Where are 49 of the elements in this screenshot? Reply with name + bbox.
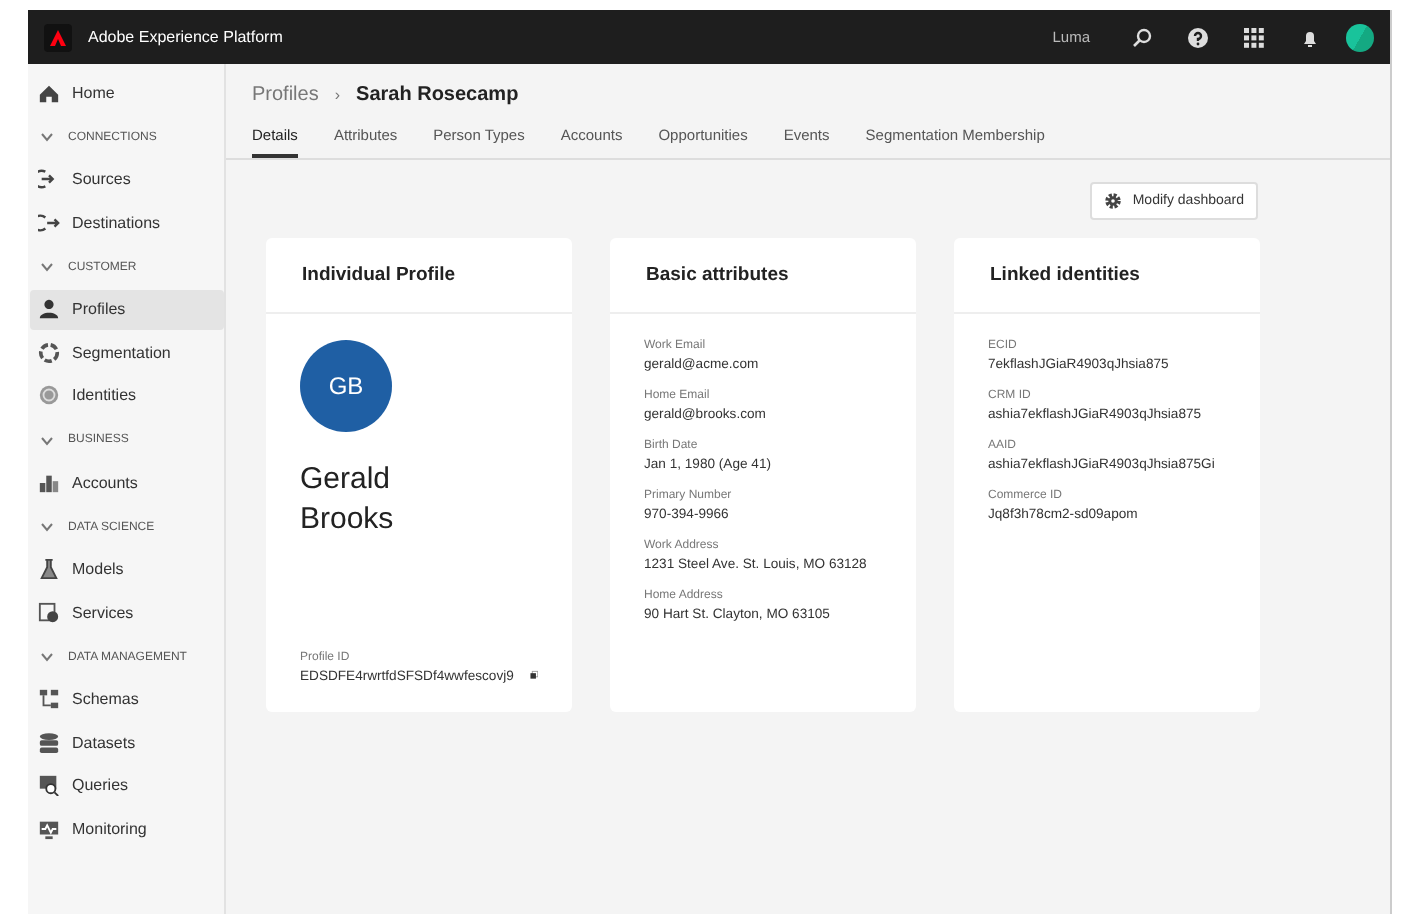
chevron-icon[interactable] [40, 262, 54, 272]
chevron-icon[interactable] [40, 652, 54, 662]
logo-icon [44, 23, 72, 51]
chevron-icon[interactable] [40, 132, 54, 142]
nav-icon [38, 688, 60, 710]
gear-icon [1104, 192, 1123, 210]
nav-icon [38, 817, 60, 839]
person-name: Gerald [300, 460, 393, 500]
sidebar-item[interactable]: Schemas [30, 679, 224, 719]
sidebar-item[interactable]: Queries [30, 765, 224, 805]
sidebar-item[interactable]: Services [30, 592, 224, 632]
sidebar-item[interactable]: Destinations [30, 202, 224, 242]
apps-grid-icon[interactable] [1244, 27, 1264, 47]
nav-icon [38, 168, 60, 190]
help-icon[interactable] [1188, 27, 1208, 47]
sidebar-item[interactable]: Home [30, 72, 224, 112]
card-title: Basic attributes [646, 264, 789, 286]
breadcrumb-link[interactable]: Profiles [252, 84, 319, 106]
search-icon[interactable] [1132, 27, 1152, 47]
sidebar-item[interactable]: Accounts [30, 462, 224, 502]
nav-icon [38, 558, 60, 580]
sidebar-item[interactable]: Models [30, 549, 224, 589]
sidebar-item[interactable]: Monitoring [30, 808, 224, 848]
breadcrumb-current: Sarah Rosecamp [356, 84, 519, 106]
nav-icon [38, 731, 60, 753]
nav-icon [38, 774, 60, 796]
nav-icon [38, 384, 60, 406]
breadcrumb-separator: › [334, 86, 341, 104]
nav-icon [38, 341, 60, 363]
sidebar-item[interactable]: Profiles [30, 289, 224, 329]
nav-icon [38, 81, 60, 103]
card-title: Individual Profile [302, 264, 456, 286]
nav-icon [38, 298, 60, 320]
user-avatar[interactable] [1346, 23, 1374, 51]
nav-icon [38, 471, 60, 493]
nav-icon [38, 601, 60, 623]
copy-icon[interactable] [529, 665, 538, 683]
sidebar-item[interactable]: Identities [30, 375, 224, 415]
card-title: Linked identities [990, 264, 1140, 286]
chevron-icon[interactable] [40, 522, 54, 532]
bell-icon[interactable] [1300, 27, 1320, 47]
sidebar-item[interactable]: Sources [30, 159, 224, 199]
sidebar-item[interactable]: Datasets [30, 722, 224, 762]
app-title: Adobe Experience Platform [88, 28, 283, 46]
sidebar-item[interactable]: Segmentation [30, 332, 224, 372]
initials-avatar: GB [300, 340, 392, 432]
nav-icon [38, 211, 60, 233]
person-name: Brooks [300, 500, 396, 540]
chevron-icon[interactable] [40, 435, 54, 445]
